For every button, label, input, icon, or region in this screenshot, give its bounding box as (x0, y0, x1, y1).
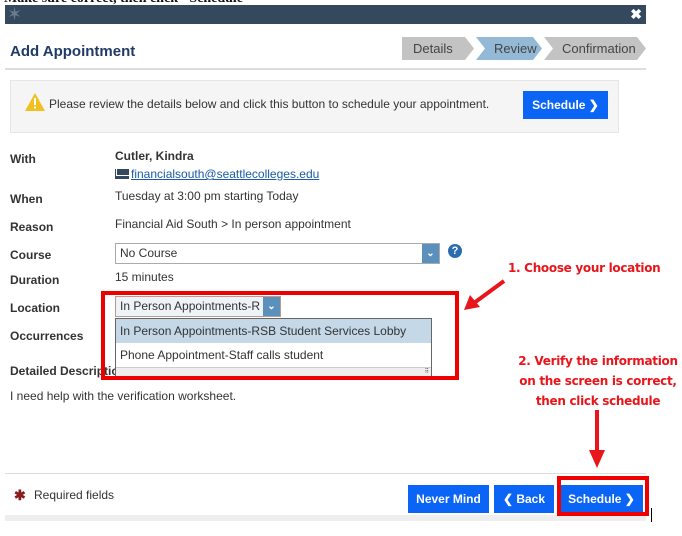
occurrences-label: Occurrences (10, 329, 84, 343)
annotation-verify-info: 2. Verify the information on the screen … (518, 351, 678, 411)
back-button[interactable]: ❮ Back (494, 485, 554, 513)
required-asterisk-icon: ✱ (14, 487, 26, 503)
course-label: Course (10, 248, 52, 262)
annotation-line: 2. Verify the information (518, 354, 678, 368)
reason-label: Reason (10, 220, 54, 234)
resize-bar[interactable]: ⠿ (116, 367, 431, 376)
star-logo-icon: ✶ (7, 4, 23, 24)
location-select-value: In Person Appointments-R (120, 299, 261, 313)
description-value: I need help with the verification worksh… (10, 389, 237, 403)
chevron-down-icon[interactable]: ⌄ (422, 244, 439, 263)
dialog-header: Add Appointment Details Review Confirmat… (5, 24, 646, 70)
course-select-value: No Course (120, 246, 178, 260)
reason-value: Financial Aid South > In person appointm… (115, 217, 351, 231)
notice-message: Please review the details below and clic… (49, 97, 490, 111)
duration-label: Duration (10, 273, 60, 287)
warning-icon (25, 93, 45, 111)
dialog-footer: ✱ Required fields Never Mind ❮ Back Sche… (5, 473, 646, 521)
arrow-to-location-icon (464, 279, 506, 310)
duration-value: 15 minutes (115, 270, 174, 284)
with-label: With (10, 152, 36, 166)
description-label: Detailed Description (10, 364, 127, 378)
advisor-email-row: financialsouth@seattlecolleges.edu (115, 167, 319, 181)
location-option[interactable]: Phone Appointment-Staff calls student (116, 343, 431, 367)
location-select[interactable]: In Person Appointments-R ⌄ (115, 296, 281, 317)
help-icon[interactable]: ? (448, 244, 462, 258)
location-option[interactable]: In Person Appointments-RSB Student Servi… (116, 319, 431, 343)
when-label: When (10, 192, 43, 206)
advisor-email-link[interactable]: financialsouth@seattlecolleges.edu (131, 167, 319, 181)
arrow-to-schedule-icon (589, 410, 605, 468)
never-mind-button[interactable]: Never Mind (408, 485, 489, 513)
advisor-name: Cutler, Kindra (115, 149, 194, 163)
text-cursor (651, 508, 652, 522)
required-fields-note: Required fields (34, 488, 115, 502)
step-review: Review (476, 37, 542, 60)
location-dropdown-list[interactable]: In Person Appointments-RSB Student Servi… (115, 318, 432, 377)
close-icon[interactable]: ✖ (630, 5, 642, 24)
step-progress: Details Review Confirmation (402, 37, 648, 60)
annotation-choose-location: 1. Choose your location (508, 261, 661, 275)
step-details: Details (402, 37, 474, 60)
page-title: Add Appointment (10, 43, 136, 60)
step-confirmation: Confirmation (544, 37, 646, 60)
chevron-down-icon[interactable]: ⌄ (263, 297, 280, 316)
when-value: Tuesday at 3:00 pm starting Today (115, 189, 299, 203)
resize-grip-icon[interactable]: ⠿ (425, 368, 429, 375)
location-label: Location (10, 301, 60, 315)
footer-strip (5, 515, 646, 521)
course-select[interactable]: No Course ⌄ (115, 243, 440, 264)
review-notice: Please review the details below and clic… (10, 80, 619, 133)
dialog-titlebar: ✶ ✖ (5, 5, 646, 24)
envelope-icon (115, 169, 129, 179)
schedule-button-top[interactable]: Schedule ❯ (523, 91, 608, 119)
annotation-line: on the screen is correct, (519, 374, 677, 388)
annotation-line: then click schedule (535, 394, 661, 408)
schedule-button[interactable]: Schedule ❯ (560, 485, 643, 513)
